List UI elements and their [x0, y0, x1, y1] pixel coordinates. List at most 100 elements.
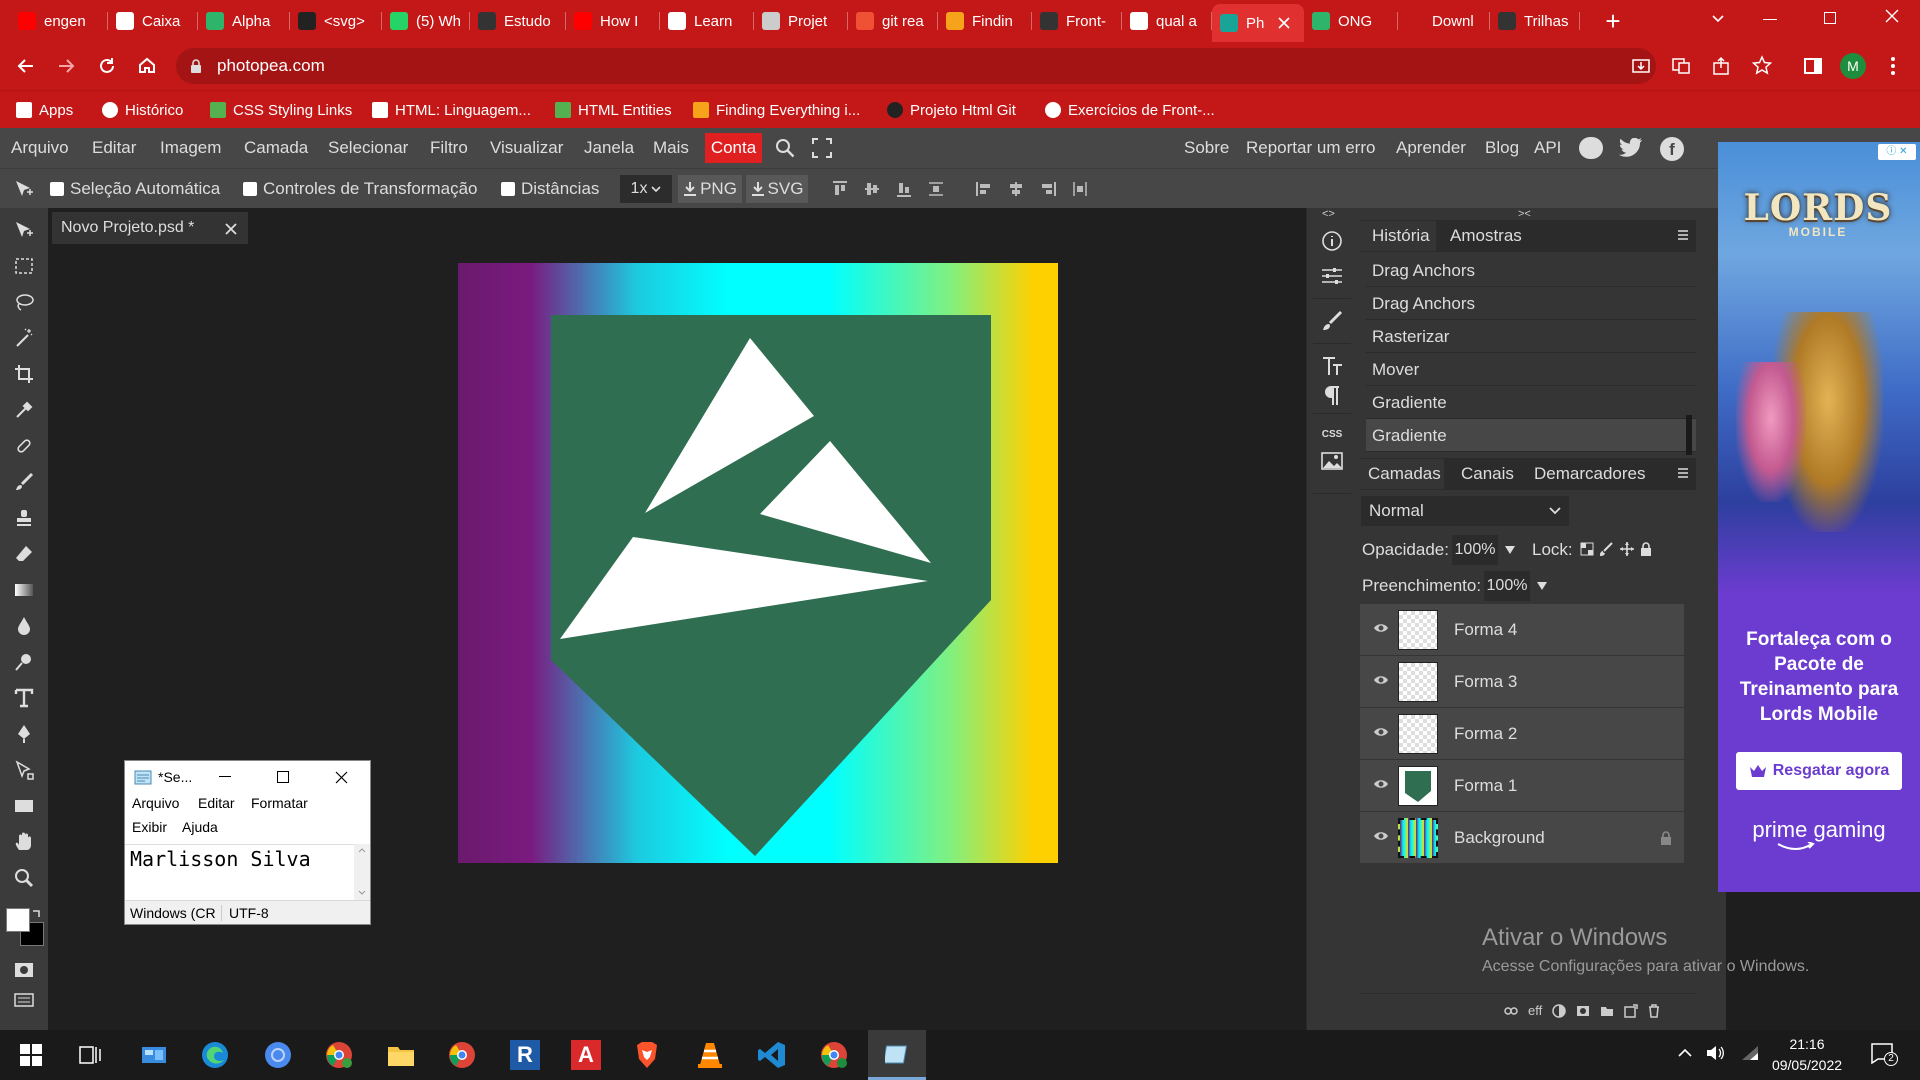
notepad-menu-exibir[interactable]: Exibir: [132, 817, 167, 837]
browser-tab[interactable]: <svg>: [290, 6, 382, 36]
tab-search-icon[interactable]: [1710, 10, 1726, 26]
tab-history[interactable]: História: [1360, 221, 1436, 251]
menu-link[interactable]: Blog: [1485, 128, 1519, 168]
layer-effects-button[interactable]: eff: [1528, 1003, 1542, 1018]
layer-row[interactable]: Forma 2: [1360, 708, 1684, 760]
layer-row[interactable]: Forma 1: [1360, 760, 1684, 812]
document-canvas[interactable]: [458, 263, 1058, 863]
browser-tab[interactable]: Findin: [938, 6, 1032, 36]
menu-camada[interactable]: Camada: [244, 128, 308, 168]
align-top-icon[interactable]: [832, 181, 848, 197]
menu-filtro[interactable]: Filtro: [430, 128, 468, 168]
browser-tab[interactable]: ONG: [1304, 6, 1398, 36]
bookmark-item[interactable]: HTML: Linguagem...: [372, 91, 531, 129]
twitter-icon[interactable]: [1619, 138, 1643, 158]
bookmark-item[interactable]: Projeto Html Git: [887, 91, 1016, 129]
document-tab[interactable]: Novo Projeto.psd *: [52, 212, 248, 244]
browser-tab[interactable]: git rea: [848, 6, 938, 36]
notepad-menu-ajuda[interactable]: Ajuda: [182, 817, 218, 837]
eraser-tool-icon[interactable]: [10, 540, 38, 568]
browser-tab[interactable]: qual a: [1122, 6, 1212, 36]
browser-tab[interactable]: Front-: [1032, 6, 1122, 36]
swap-colors-icon[interactable]: [32, 908, 42, 918]
opacity-dropdown-icon[interactable]: [1504, 545, 1516, 555]
vscode-icon[interactable]: [757, 1040, 787, 1070]
history-panel-menu-icon[interactable]: [1677, 229, 1689, 241]
menu-editar[interactable]: Editar: [92, 128, 136, 168]
wifi-icon[interactable]: [1740, 1044, 1760, 1062]
notepad-close-icon[interactable]: [335, 771, 348, 784]
menu-visualizar[interactable]: Visualizar: [490, 128, 563, 168]
dodge-tool-icon[interactable]: [10, 648, 38, 676]
task-view-icon[interactable]: [75, 1040, 105, 1070]
notepad-maximize-icon[interactable]: [277, 771, 289, 783]
lock-transparency-icon[interactable]: [1580, 542, 1594, 556]
distribute-vertical-icon[interactable]: [928, 181, 944, 197]
chrome-icon[interactable]: [447, 1040, 477, 1070]
menu-link[interactable]: Sobre: [1184, 128, 1229, 168]
history-item[interactable]: Gradiente: [1366, 419, 1696, 452]
lock-icon[interactable]: [190, 59, 202, 73]
layer-row[interactable]: Forma 4: [1360, 604, 1684, 656]
visibility-eye-icon[interactable]: [1373, 778, 1389, 790]
collapse-arrows-icon[interactable]: <>: [1322, 208, 1335, 220]
gradient-tool-icon[interactable]: [10, 576, 38, 604]
browser-tab[interactable]: (5) Wh: [382, 6, 470, 36]
back-icon[interactable]: [16, 56, 36, 76]
bookmark-item[interactable]: Histórico: [102, 91, 183, 129]
notepad-window[interactable]: *Se... Arquivo Editar Formatar Exibir Aj…: [124, 760, 371, 925]
browser-tab[interactable]: Trilhas: [1490, 6, 1580, 36]
translate-icon[interactable]: [1671, 56, 1691, 76]
history-item[interactable]: Rasterizar: [1366, 320, 1696, 353]
character-icon[interactable]: [1319, 353, 1345, 379]
blur-tool-icon[interactable]: [10, 612, 38, 640]
history-item[interactable]: Gradiente: [1366, 386, 1696, 419]
pen-tool-icon[interactable]: [10, 720, 38, 748]
layer-row[interactable]: Background: [1360, 812, 1684, 864]
browser-tab[interactable]: Estudo: [470, 6, 566, 36]
adjustment-layer-icon[interactable]: [1552, 1003, 1566, 1018]
move-tool-icon[interactable]: [10, 216, 38, 244]
adjustments-icon[interactable]: [1319, 263, 1345, 289]
browser-tab[interactable]: How I: [566, 6, 660, 36]
r-studio-icon[interactable]: R: [510, 1040, 540, 1070]
menu-link[interactable]: API: [1534, 128, 1561, 168]
close-document-icon[interactable]: [224, 222, 238, 236]
browser-tab[interactable]: Downl: [1398, 6, 1490, 36]
export-png-button[interactable]: PNG: [678, 175, 742, 203]
info-icon[interactable]: [1319, 228, 1345, 254]
quick-mask-icon[interactable]: [10, 956, 38, 984]
notepad-menu-formatar[interactable]: Formatar: [251, 793, 308, 813]
lasso-tool-icon[interactable]: [10, 288, 38, 316]
rectangle-tool-icon[interactable]: [10, 792, 38, 820]
type-tool-icon[interactable]: [10, 684, 38, 712]
menu-link[interactable]: Reportar um erro: [1246, 128, 1375, 168]
history-item[interactable]: Mover: [1366, 353, 1696, 386]
vlc-icon[interactable]: [695, 1040, 725, 1070]
notepad-titlebar[interactable]: *Se...: [125, 761, 370, 793]
reddit-icon[interactable]: [1579, 137, 1603, 159]
distances-option[interactable]: Distâncias: [501, 169, 599, 209]
lock-pixels-icon[interactable]: [1600, 542, 1614, 556]
css-icon[interactable]: CSS: [1319, 421, 1345, 447]
notepad-scrollbar[interactable]: [354, 844, 370, 900]
reload-icon[interactable]: [97, 56, 117, 76]
tab-paths[interactable]: Demarcadores: [1534, 459, 1646, 489]
close-window-icon[interactable]: [1884, 8, 1900, 24]
align-right-icon[interactable]: [1040, 181, 1056, 197]
notifications-icon[interactable]: 2: [1870, 1042, 1898, 1066]
path-select-tool-icon[interactable]: [10, 756, 38, 784]
clock[interactable]: 21:16 09/05/2022: [1762, 1034, 1852, 1076]
tab-layers[interactable]: Camadas: [1360, 459, 1444, 489]
blend-mode-select[interactable]: Normal: [1361, 496, 1569, 526]
lock-all-icon[interactable]: [1640, 542, 1652, 556]
menu-mais[interactable]: Mais: [653, 128, 689, 168]
menu-arquivo[interactable]: Arquivo: [11, 128, 69, 168]
ad-info-icon[interactable]: ⓘ ✕: [1878, 144, 1916, 160]
notepad-menu-arquivo[interactable]: Arquivo: [132, 793, 179, 813]
profile-avatar[interactable]: M: [1840, 53, 1866, 79]
layer-row[interactable]: Forma 3: [1360, 656, 1684, 708]
delete-layer-icon[interactable]: [1648, 1003, 1660, 1018]
new-group-icon[interactable]: [1600, 1005, 1614, 1017]
brush-settings-icon[interactable]: [1319, 308, 1345, 334]
